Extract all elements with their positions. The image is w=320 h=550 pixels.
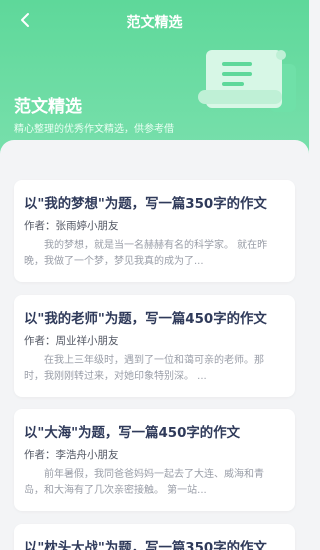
article-card[interactable]: 以"枕头大战"为题，写一篇350字的作文 xyxy=(14,524,295,550)
article-card[interactable]: 以"大海"为题，写一篇450字的作文 作者：李浩舟小朋友 前年暑假，我同爸爸妈妈… xyxy=(14,409,295,511)
scroll-document-icon xyxy=(198,50,296,112)
article-excerpt: 我的梦想，就是当一名赫赫有名的科学家。 就在昨晚，我做了一个梦，梦见我真的成为了… xyxy=(24,240,268,267)
article-author: 作者：周业祥小朋友 xyxy=(24,335,119,347)
hero-title: 范文精选 xyxy=(14,97,82,117)
article-list: 以"我的梦想"为题，写一篇350字的作文 作者：张雨婷小朋友 我的梦想，就是当一… xyxy=(0,140,309,550)
article-title: 以"我的老师"为题，写一篇450字的作文 xyxy=(24,312,267,327)
article-card[interactable]: 以"我的梦想"为题，写一篇350字的作文 作者：张雨婷小朋友 我的梦想，就是当一… xyxy=(14,180,295,282)
hero-subtitle: 精心整理的优秀作文精选，供参考借 xyxy=(14,124,174,135)
article-excerpt: 前年暑假，我同爸爸妈妈一起去了大连、威海和青岛，和大海有了几次亲密接触。 第一站… xyxy=(24,469,264,496)
article-author: 作者：张雨婷小朋友 xyxy=(24,220,119,232)
article-excerpt: 在我上三年级时，遇到了一位和蔼可亲的老师。那时，我刚刚转过来，对她印象特别深。 … xyxy=(24,355,264,382)
article-title: 以"枕头大战"为题，写一篇350字的作文 xyxy=(24,541,267,550)
article-title: 以"我的梦想"为题，写一篇350字的作文 xyxy=(24,197,267,212)
article-title: 以"大海"为题，写一篇450字的作文 xyxy=(24,426,240,441)
page-title: 范文精选 xyxy=(126,15,183,31)
article-author: 作者：李浩舟小朋友 xyxy=(24,449,119,461)
top-bar: 范文精选 xyxy=(0,0,309,42)
article-card[interactable]: 以"我的老师"为题，写一篇450字的作文 作者：周业祥小朋友 在我上三年级时，遇… xyxy=(14,295,295,397)
